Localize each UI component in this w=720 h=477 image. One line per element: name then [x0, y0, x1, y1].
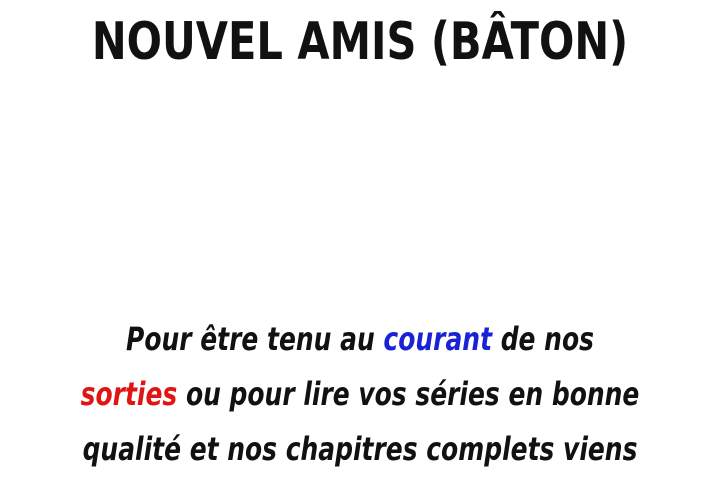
promo-text: ou pour lire vos séries en bonne: [177, 375, 640, 413]
highlight-courant: courant: [383, 320, 493, 358]
promo-text: Pour être tenu au: [126, 320, 384, 358]
highlight-sorties: sorties: [80, 375, 178, 413]
promo-line-1: Pour être tenu au courant de nos: [79, 312, 641, 367]
promo-line-3: qualité et nos chapitres complets viens: [79, 422, 641, 477]
promo-line-2: sorties ou pour lire vos séries en bonne: [79, 367, 641, 422]
promo-text: de nos: [492, 320, 594, 358]
promo-text: qualité et nos chapitres complets viens: [82, 430, 638, 468]
promo-message: Pour être tenu au courant de nos sorties…: [0, 312, 720, 477]
chapter-title: NOUVEL AMIS (BÂTON): [91, 12, 629, 72]
